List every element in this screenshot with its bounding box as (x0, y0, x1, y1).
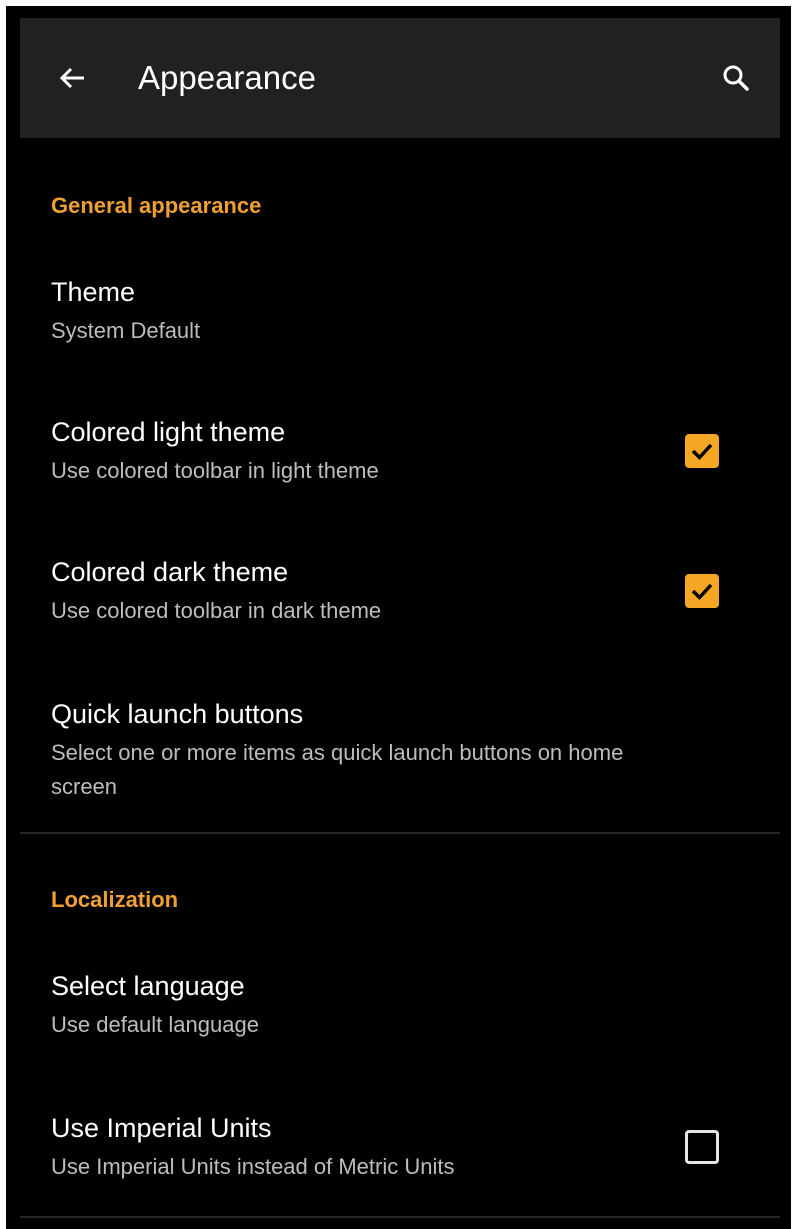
arrow-back-icon (59, 67, 84, 89)
search-button[interactable] (714, 56, 758, 100)
section-header-general-appearance: General appearance (51, 193, 262, 218)
pref-summary: System Default (51, 318, 201, 343)
pref-select-language[interactable]: Select language Use default language (6, 962, 791, 1054)
pref-summary: Use Imperial Units instead of Metric Uni… (51, 1154, 455, 1179)
toolbar: Appearance (20, 18, 780, 138)
search-icon (723, 65, 749, 91)
section-divider (20, 832, 780, 834)
pref-colored-dark-theme[interactable]: Colored dark theme Use colored toolbar i… (6, 548, 791, 640)
colored-dark-theme-checkbox[interactable] (685, 574, 719, 608)
check-icon (691, 583, 713, 601)
pref-title: Select language (51, 971, 245, 1001)
pref-title: Colored dark theme (51, 557, 289, 587)
pref-summary: Use colored toolbar in light theme (51, 458, 379, 483)
section-header-localization: Localization (51, 887, 179, 912)
pref-summary: Select one or more items as quick launch… (51, 740, 624, 799)
pref-summary: Use colored toolbar in dark theme (51, 598, 382, 623)
pref-title: Use Imperial Units (51, 1113, 272, 1143)
pref-summary: Use default language (51, 1012, 259, 1037)
pref-colored-light-theme[interactable]: Colored light theme Use colored toolbar … (6, 408, 791, 500)
pref-title: Theme (51, 277, 136, 307)
page-title: Appearance (138, 59, 316, 96)
pref-theme[interactable]: Theme System Default (6, 268, 791, 360)
back-button[interactable] (50, 56, 94, 100)
use-imperial-units-checkbox[interactable] (685, 1130, 719, 1164)
pref-title: Colored light theme (51, 417, 286, 447)
colored-light-theme-checkbox[interactable] (685, 434, 719, 468)
pref-use-imperial-units[interactable]: Use Imperial Units Use Imperial Units in… (6, 1104, 791, 1196)
pref-title: Quick launch buttons (51, 699, 304, 729)
bottom-divider (20, 1216, 780, 1218)
pref-quick-launch-buttons[interactable]: Quick launch buttons Select one or more … (6, 690, 791, 816)
check-icon (691, 443, 713, 461)
settings-screen: Appearance General appearance Theme Syst… (6, 6, 791, 1229)
